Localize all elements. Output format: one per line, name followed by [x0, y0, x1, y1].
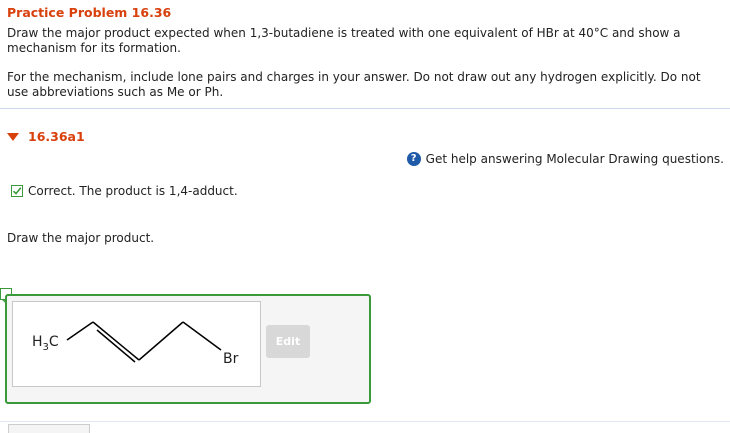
- correct-feedback: Correct. The product is 1,4-adduct.: [11, 184, 238, 198]
- problem-text-line-2: mechanism for its formation.: [7, 41, 181, 55]
- bond-4: [182, 321, 222, 351]
- molecule-canvas[interactable]: H3C Br: [12, 301, 261, 387]
- methyl-label: H3C: [32, 334, 59, 353]
- collapse-triangle-icon[interactable]: [7, 133, 19, 141]
- bond-2-double-b: [96, 329, 136, 363]
- instruction-line-2: use abbreviations such as Me or Ph.: [7, 85, 224, 99]
- problem-title: Practice Problem 16.36: [7, 5, 172, 20]
- problem-text-line-1: Draw the major product expected when 1,3…: [7, 26, 681, 40]
- draw-prompt: Draw the major product.: [7, 231, 155, 245]
- bond-1: [66, 321, 94, 341]
- bond-3: [138, 321, 184, 361]
- checkmark-icon: [11, 185, 23, 197]
- help-icon[interactable]: ?: [406, 152, 421, 166]
- bromine-label: Br: [223, 351, 239, 367]
- part-header[interactable]: 16.36a1: [7, 129, 85, 144]
- help-link[interactable]: ? Get help answering Molecular Drawing q…: [406, 152, 724, 166]
- feedback-text: Correct. The product is 1,4-adduct.: [28, 184, 238, 198]
- edit-button[interactable]: Edit: [266, 325, 310, 358]
- molecule-drawing: H3C Br: [32, 321, 239, 367]
- bottom-divider: [0, 421, 730, 422]
- help-link-text[interactable]: Get help answering Molecular Drawing que…: [426, 152, 724, 166]
- part-label: 16.36a1: [28, 129, 85, 144]
- bond-2-double-a: [92, 321, 140, 361]
- section-divider: [0, 108, 730, 109]
- instruction-line-1: For the mechanism, include lone pairs an…: [7, 70, 701, 84]
